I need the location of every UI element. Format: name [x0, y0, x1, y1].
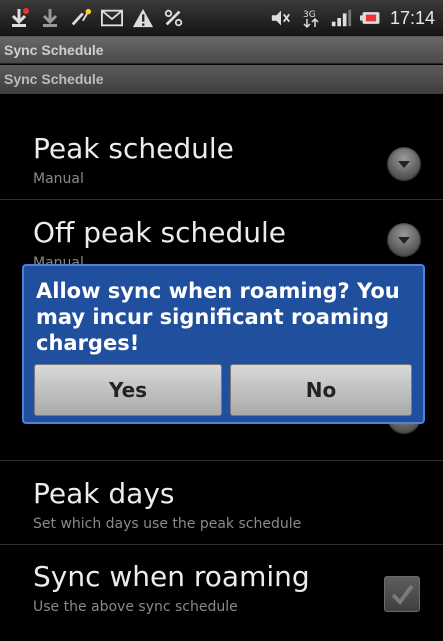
checkmark-icon [391, 584, 414, 606]
pref-peak-days[interactable]: Peak days Set which days use the peak sc… [0, 477, 443, 533]
window-title: Sync Schedule [0, 37, 443, 64]
mute-icon [270, 7, 292, 29]
no-button[interactable]: No [230, 364, 412, 416]
battery-icon [359, 7, 382, 29]
system-icons: 3G 17:14 [270, 5, 435, 31]
list-divider [0, 544, 443, 545]
missed-call-icon [70, 7, 92, 29]
roaming-checkbox[interactable] [384, 576, 420, 612]
sync-icon [163, 7, 185, 29]
pref-summary: Use the above sync schedule [33, 599, 238, 615]
signal-icon [330, 7, 352, 29]
dialog-message: Allow sync when roaming? You may incur s… [36, 279, 400, 355]
pref-title: Peak schedule [33, 132, 234, 165]
warning-icon [132, 7, 154, 29]
status-bar: 3G 17:14 [0, 0, 443, 37]
list-divider [0, 199, 443, 200]
pref-title: Sync when roaming [33, 560, 310, 593]
3g-label: 3G [303, 10, 316, 20]
status-clock: 17:14 [389, 7, 435, 28]
pref-title: Peak days [33, 477, 175, 510]
spinner-dropdown-icon[interactable] [387, 223, 421, 257]
download-icon [8, 7, 30, 29]
pref-summary: Manual [33, 171, 84, 187]
pref-sync-when-roaming[interactable]: Sync when roaming Use the above sync sch… [0, 560, 443, 616]
pref-title: Off peak schedule [33, 216, 286, 249]
roaming-confirm-dialog: Allow sync when roaming? You may incur s… [22, 264, 425, 424]
download-icon [39, 7, 61, 29]
list-divider [0, 460, 443, 461]
pref-summary: Set which days use the peak schedule [33, 516, 302, 532]
email-icon [101, 7, 123, 29]
notification-icons [8, 5, 185, 31]
spinner-dropdown-icon[interactable] [387, 147, 421, 181]
yes-button[interactable]: Yes [34, 364, 222, 416]
3g-icon: 3G [300, 7, 322, 29]
preference-category-header: Sync Schedule [0, 65, 443, 94]
pref-peak-schedule[interactable]: Peak schedule Manual [0, 132, 443, 188]
